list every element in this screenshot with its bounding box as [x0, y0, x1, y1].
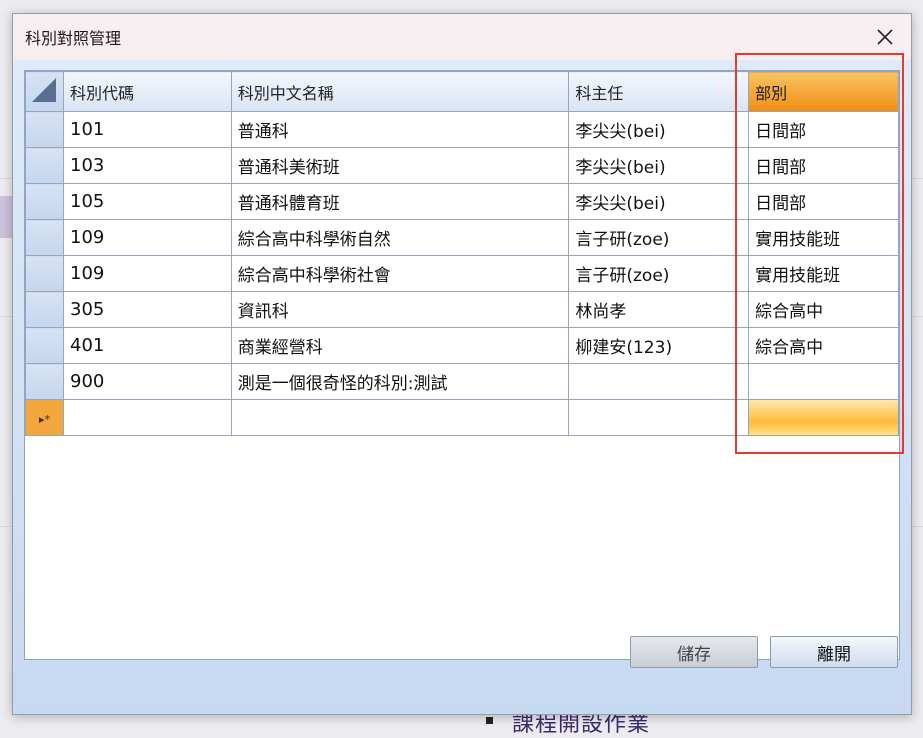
- cell-name[interactable]: 商業經營科: [230, 327, 570, 364]
- cell-code[interactable]: 305: [63, 291, 232, 328]
- table-row[interactable]: 900 測是一個很奇怪的科別:測試: [25, 363, 899, 400]
- bg-bullet: [486, 717, 493, 724]
- cell-code[interactable]: 105: [63, 183, 232, 220]
- grid-table: 科別代碼 科別中文名稱 科主任 部別 101 普通科 李尖尖(bei) 日間部: [25, 71, 899, 436]
- cell-dept[interactable]: [748, 363, 899, 400]
- cell-head[interactable]: [568, 363, 750, 400]
- row-header[interactable]: [25, 111, 64, 148]
- table-row[interactable]: 305 資訊科 林尚孝 綜合高中: [25, 291, 899, 328]
- row-header[interactable]: [25, 147, 64, 184]
- cell-code[interactable]: 103: [63, 147, 232, 184]
- cell-name[interactable]: 測是一個很奇怪的科別:測試: [230, 363, 570, 400]
- cell-head[interactable]: 言子研(zoe): [568, 255, 750, 292]
- select-all-corner[interactable]: [25, 71, 64, 112]
- cell-code[interactable]: 109: [63, 219, 232, 256]
- close-icon: [877, 29, 893, 45]
- cell-dept[interactable]: 綜合高中: [748, 291, 899, 328]
- cell-dept[interactable]: 日間部: [748, 111, 899, 148]
- new-cell-head[interactable]: [568, 399, 750, 436]
- table-row[interactable]: 401 商業經營科 柳建安(123) 綜合高中: [25, 327, 899, 364]
- table-row[interactable]: 101 普通科 李尖尖(bei) 日間部: [25, 111, 899, 148]
- row-header[interactable]: [25, 291, 64, 328]
- title-bar: 科別對照管理: [13, 14, 911, 60]
- column-header-code[interactable]: 科別代碼: [63, 71, 232, 112]
- table-row[interactable]: 105 普通科體育班 李尖尖(bei) 日間部: [25, 183, 899, 220]
- leave-button[interactable]: 離開: [770, 636, 898, 668]
- cell-code[interactable]: 109: [63, 255, 232, 292]
- cell-name[interactable]: 資訊科: [230, 291, 570, 328]
- table-row[interactable]: 109 綜合高中科學術社會 言子研(zoe) 實用技能班: [25, 255, 899, 292]
- dialog-client: 科別代碼 科別中文名稱 科主任 部別 101 普通科 李尖尖(bei) 日間部: [13, 60, 911, 714]
- new-cell-dept[interactable]: [748, 399, 899, 436]
- cell-dept[interactable]: 日間部: [748, 183, 899, 220]
- cell-head[interactable]: 李尖尖(bei): [568, 183, 750, 220]
- cell-head[interactable]: 柳建安(123): [568, 327, 750, 364]
- cell-name[interactable]: 普通科體育班: [230, 183, 570, 220]
- row-header[interactable]: [25, 255, 64, 292]
- save-button[interactable]: 儲存: [630, 636, 758, 668]
- cell-head[interactable]: 言子研(zoe): [568, 219, 750, 256]
- subject-grid: 科別代碼 科別中文名稱 科主任 部別 101 普通科 李尖尖(bei) 日間部: [24, 70, 900, 660]
- cell-dept[interactable]: 綜合高中: [748, 327, 899, 364]
- cell-name[interactable]: 普通科美術班: [230, 147, 570, 184]
- row-header[interactable]: [25, 327, 64, 364]
- cell-code[interactable]: 900: [63, 363, 232, 400]
- cell-name[interactable]: 綜合高中科學術自然: [230, 219, 570, 256]
- column-header-head[interactable]: 科主任: [568, 71, 750, 112]
- column-header-dept[interactable]: 部別: [748, 71, 899, 112]
- cell-code[interactable]: 101: [63, 111, 232, 148]
- header-row: 科別代碼 科別中文名稱 科主任 部別: [25, 71, 899, 112]
- cell-code[interactable]: 401: [63, 327, 232, 364]
- new-cell-name[interactable]: [230, 399, 570, 436]
- window-title: 科別對照管理: [25, 29, 122, 48]
- cell-head[interactable]: 李尖尖(bei): [568, 111, 750, 148]
- table-row[interactable]: 103 普通科美術班 李尖尖(bei) 日間部: [25, 147, 899, 184]
- select-all-icon: [32, 78, 56, 102]
- cell-name[interactable]: 普通科: [230, 111, 570, 148]
- new-row-marker[interactable]: ▸*: [25, 399, 64, 436]
- cell-name[interactable]: 綜合高中科學術社會: [230, 255, 570, 292]
- cell-dept[interactable]: 實用技能班: [748, 255, 899, 292]
- row-header[interactable]: [25, 363, 64, 400]
- column-header-name[interactable]: 科別中文名稱: [230, 71, 570, 112]
- new-row[interactable]: ▸*: [25, 399, 899, 436]
- new-row-icon: ▸*: [38, 412, 51, 426]
- new-cell-code[interactable]: [63, 399, 232, 436]
- cell-head[interactable]: 李尖尖(bei): [568, 147, 750, 184]
- row-header[interactable]: [25, 219, 64, 256]
- close-button[interactable]: [865, 20, 905, 54]
- dialog-window: 科別對照管理 科別代碼 科別中文名稱 科主任 部別 101 普通科 李尖尖(be…: [12, 13, 912, 715]
- cell-dept[interactable]: 實用技能班: [748, 219, 899, 256]
- cell-dept[interactable]: 日間部: [748, 147, 899, 184]
- cell-head[interactable]: 林尚孝: [568, 291, 750, 328]
- table-row[interactable]: 109 綜合高中科學術自然 言子研(zoe) 實用技能班: [25, 219, 899, 256]
- row-header[interactable]: [25, 183, 64, 220]
